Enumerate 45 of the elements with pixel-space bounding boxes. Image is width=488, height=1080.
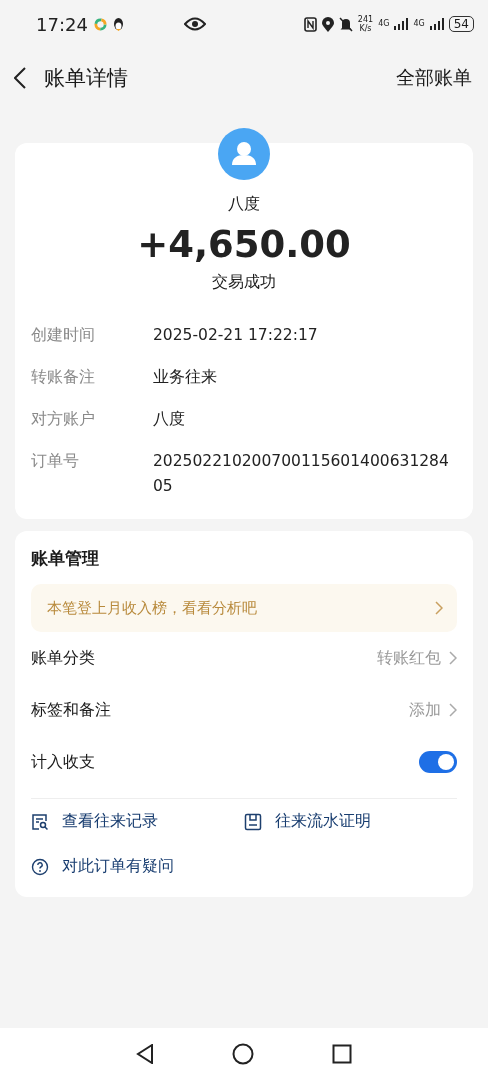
help-icon	[31, 857, 49, 876]
action-link[interactable]: 对此订单有疑问	[62, 856, 174, 877]
network-type: 4G	[378, 20, 390, 28]
signal-icon	[394, 18, 409, 30]
setting-label: 标签和备注	[31, 699, 111, 721]
location-icon	[321, 16, 334, 32]
detail-label: 创建时间	[31, 325, 96, 346]
detail-value: 八度	[153, 409, 186, 430]
home-circle-icon[interactable]	[232, 1043, 254, 1065]
payer-name: 八度	[228, 194, 260, 215]
document-icon	[244, 812, 262, 831]
chevron-right-icon	[449, 651, 457, 665]
setting-label: 账单分类	[31, 647, 95, 669]
battery-level: 54	[448, 16, 474, 32]
recents-square-icon[interactable]	[332, 1044, 352, 1064]
action-link[interactable]: 查看往来记录	[62, 811, 158, 832]
amount: +4,650.00	[137, 223, 351, 266]
back-icon[interactable]	[14, 67, 26, 89]
setting-label: 计入收支	[31, 751, 95, 773]
chevron-right-icon	[449, 703, 457, 717]
all-bills-link[interactable]: 全部账单	[396, 65, 472, 91]
network-speed: 241	[357, 15, 374, 24]
detail-label: 订单号	[31, 451, 80, 472]
detail-label: 转账备注	[31, 367, 96, 388]
penguin-icon	[112, 17, 124, 31]
detail-value: 业务往来	[153, 367, 218, 388]
chevron-right-icon	[435, 601, 443, 615]
clock-time: 17:24	[36, 13, 88, 35]
detail-label: 对方账户	[31, 409, 96, 430]
eye-icon	[183, 17, 206, 31]
nfc-icon	[303, 16, 317, 32]
signal-icon	[429, 18, 444, 30]
network-type: 4G	[413, 20, 425, 28]
back-triangle-icon[interactable]	[136, 1044, 154, 1064]
app-ring-icon	[93, 17, 107, 31]
transaction-status: 交易成功	[212, 272, 276, 293]
speed-unit: K/s	[359, 24, 372, 33]
search-list-icon	[31, 812, 49, 831]
action-link[interactable]: 往来流水证明	[275, 811, 371, 832]
section-title: 账单管理	[31, 547, 100, 570]
toggle-switch[interactable]	[419, 751, 457, 773]
detail-value: 20250221020070011560140063128405	[153, 451, 450, 497]
detail-value: 2025-02-21 17:22:17	[153, 325, 319, 346]
page-title: 账单详情	[44, 65, 128, 92]
bell-muted-icon	[338, 16, 353, 32]
